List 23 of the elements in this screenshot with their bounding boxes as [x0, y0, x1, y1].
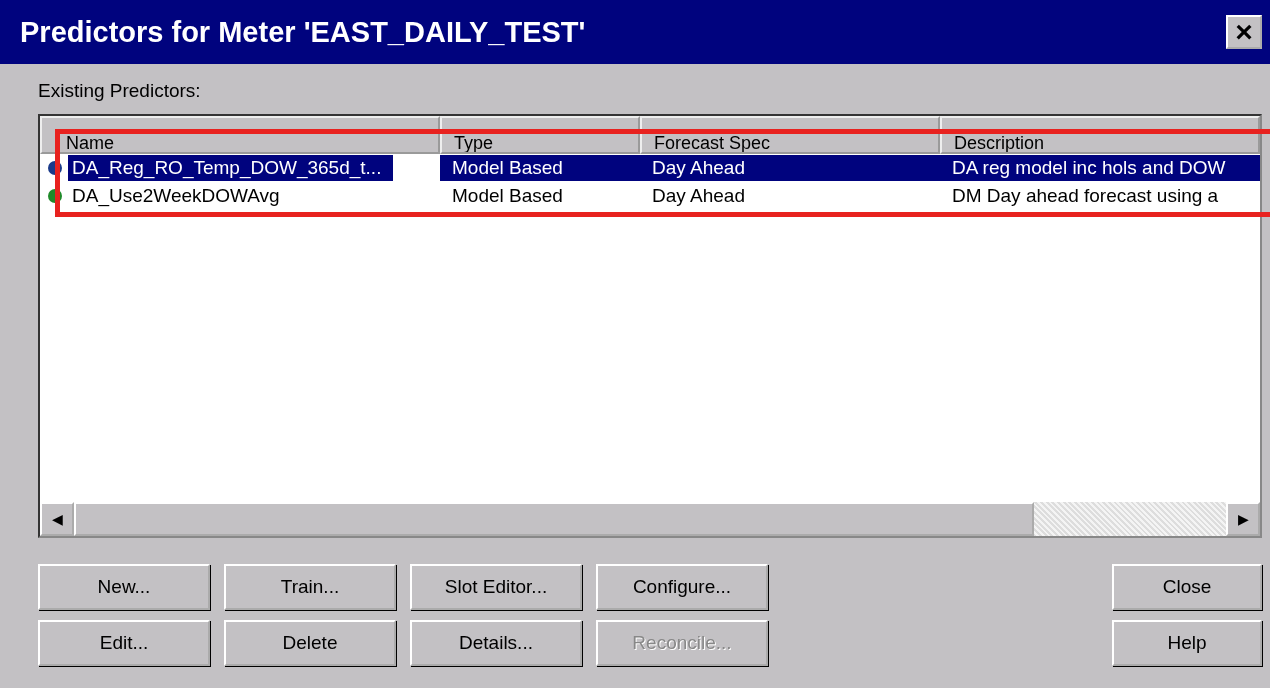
dialog-button[interactable]: Slot Editor... [410, 564, 582, 610]
dialog-button[interactable]: New... [38, 564, 210, 610]
dialog-button[interactable]: Edit... [38, 620, 210, 666]
table-cell[interactable]: DA_Reg_RO_Temp_DOW_365d_t... [68, 155, 394, 181]
dialog-button[interactable]: Delete [224, 620, 396, 666]
dialog-button[interactable]: Details... [410, 620, 582, 666]
table-cell: Day Ahead [640, 155, 940, 181]
dialog-button[interactable]: Help [1112, 620, 1262, 666]
dialog-button[interactable]: Configure... [596, 564, 768, 610]
table-cell-text: Day Ahead [651, 184, 746, 208]
table-cell[interactable]: DA_Use2WeekDOWAvg [68, 183, 292, 209]
scroll-left-button[interactable]: ◀ [40, 502, 74, 536]
window-title: Predictors for Meter 'EAST_DAILY_TEST' [20, 15, 586, 49]
scroll-right-button[interactable]: ▶ [1226, 502, 1260, 536]
dialog-button[interactable]: Close [1112, 564, 1262, 610]
dialog-button[interactable]: Train... [224, 564, 396, 610]
table-cell: Model Based [440, 155, 640, 181]
table-cell: DA reg model inc hols and DOW [940, 155, 1260, 181]
close-button[interactable]: × [1226, 15, 1262, 49]
table-cell-text: DM Day ahead forecast using a [951, 184, 1220, 208]
list-label: Existing Predictors: [38, 80, 201, 102]
scrollbar-thumb[interactable] [74, 502, 1034, 536]
table-cell-text: Model Based [451, 184, 564, 208]
